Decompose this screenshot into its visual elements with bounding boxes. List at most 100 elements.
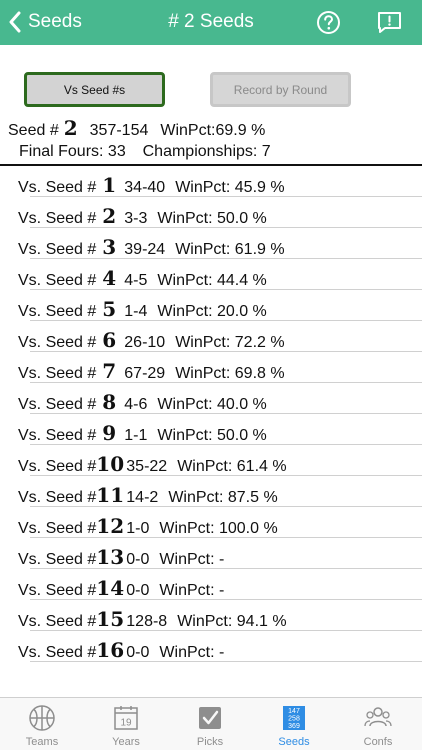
- row-winpct: WinPct: 61.4 %: [177, 458, 287, 475]
- tab-seeds[interactable]: 147 258 369 Seeds: [252, 698, 336, 750]
- list-item: Vs. Seed #12 1-0 WinPct: 100.0 %: [0, 507, 422, 538]
- group-icon: [364, 707, 392, 727]
- row-record: 0-0: [126, 551, 150, 568]
- list-item: Vs. Seed # 8 4-6 WinPct: 40.0 %: [0, 383, 422, 414]
- row-record: 1-0: [126, 520, 150, 537]
- row-seed-number: 9: [102, 421, 117, 445]
- row-seed-number: 16: [96, 638, 125, 662]
- seed-prefix: Seed #: [8, 122, 59, 139]
- row-prefix: Vs. Seed #: [18, 365, 97, 382]
- row-prefix: Vs. Seed #: [18, 179, 97, 196]
- tab-bar: Teams 19 Years Picks 147 258 369 Seeds C…: [0, 697, 422, 750]
- row-winpct: WinPct: 69.8 %: [175, 365, 285, 382]
- row-prefix: Vs. Seed #: [18, 458, 97, 475]
- list-item: Vs. Seed # 5 1-4 WinPct: 20.0 %: [0, 290, 422, 321]
- tab-teams[interactable]: Teams: [0, 698, 84, 750]
- calendar-day: 19: [120, 718, 132, 729]
- tab-teams-label: Teams: [25, 736, 59, 748]
- row-winpct: WinPct: -: [159, 582, 225, 599]
- list-item: Vs. Seed #14 0-0 WinPct: -: [0, 569, 422, 600]
- grid-row-1: 147: [288, 708, 300, 715]
- row-seed-number: 13: [96, 545, 125, 569]
- row-winpct: WinPct: 40.0 %: [157, 396, 267, 413]
- row-prefix: Vs. Seed #: [18, 613, 97, 630]
- seed-summary: Seed # 2 357-154 WinPct:69.9 %: [8, 116, 265, 140]
- row-seed-number: 12: [96, 514, 125, 538]
- list-item: Vs. Seed #11 14-2 WinPct: 87.5 %: [0, 476, 422, 507]
- seed-record: 357-154: [89, 122, 149, 139]
- row-winpct: WinPct: 20.0 %: [157, 303, 267, 320]
- row-seed-number: 7: [102, 359, 117, 383]
- row-winpct: WinPct: 87.5 %: [168, 489, 278, 506]
- row-winpct: WinPct: 45.9 %: [175, 179, 285, 196]
- help-icon[interactable]: [316, 10, 341, 35]
- tab-confs[interactable]: Confs: [336, 698, 420, 750]
- seed-winpct: WinPct:69.9 %: [160, 122, 266, 139]
- row-prefix: Vs. Seed #: [18, 272, 97, 289]
- row-winpct: WinPct: 72.2 %: [175, 334, 285, 351]
- list-item: Vs. Seed # 9 1-1 WinPct: 50.0 %: [0, 414, 422, 445]
- row-record: 35-22: [126, 458, 168, 475]
- row-prefix: Vs. Seed #: [18, 551, 97, 568]
- row-seed-number: 11: [96, 483, 125, 507]
- list-item: Vs. Seed # 3 39-24 WinPct: 61.9 %: [0, 228, 422, 259]
- row-winpct: WinPct: 44.4 %: [157, 272, 267, 289]
- row-prefix: Vs. Seed #: [18, 644, 97, 661]
- vs-seed-button[interactable]: Vs Seed #s: [24, 72, 165, 107]
- row-record: 1-4: [124, 303, 148, 320]
- list-item: Vs. Seed # 7 67-29 WinPct: 69.8 %: [0, 352, 422, 383]
- row-winpct: WinPct: 94.1 %: [177, 613, 287, 630]
- row-winpct: WinPct: 61.9 %: [175, 241, 285, 258]
- row-record: 34-40: [124, 179, 166, 196]
- row-winpct: WinPct: 50.0 %: [157, 427, 267, 444]
- championships: Championships: 7: [142, 143, 271, 160]
- row-prefix: Vs. Seed #: [18, 303, 97, 320]
- row-prefix: Vs. Seed #: [18, 520, 97, 537]
- row-seed-number: 4: [102, 266, 117, 290]
- list-item: Vs. Seed #15 128-8 WinPct: 94.1 %: [0, 600, 422, 631]
- list-item: Vs. Seed # 1 34-40 WinPct: 45.9 %: [0, 166, 422, 197]
- row-record: 67-29: [124, 365, 166, 382]
- row-seed-number: 1: [102, 173, 117, 197]
- row-seed-number: 6: [102, 328, 117, 352]
- seed-number: 2: [63, 116, 78, 140]
- row-seed-number: 15: [96, 607, 125, 631]
- row-winpct: WinPct: 100.0 %: [159, 520, 278, 537]
- message-icon[interactable]: [377, 11, 402, 34]
- row-seed-number: 3: [102, 235, 117, 259]
- tab-picks[interactable]: Picks: [168, 698, 252, 750]
- row-record: 4-6: [124, 396, 148, 413]
- number-grid-icon: 147 258 369: [283, 706, 305, 730]
- row-winpct: WinPct: 50.0 %: [157, 210, 267, 227]
- row-seed-number: 8: [102, 390, 117, 414]
- row-record: 26-10: [124, 334, 166, 351]
- grid-row-2: 258: [288, 716, 300, 723]
- row-record: 39-24: [124, 241, 166, 258]
- row-winpct: WinPct: -: [159, 551, 225, 568]
- row-seed-number: 2: [102, 204, 117, 228]
- record-by-round-button[interactable]: Record by Round: [210, 72, 351, 107]
- calendar-icon: 19: [114, 706, 138, 730]
- row-record: 1-1: [124, 427, 148, 444]
- row-prefix: Vs. Seed #: [18, 210, 97, 227]
- seed-achievements: Final Fours: 33 Championships: 7: [19, 143, 271, 161]
- row-record: 4-5: [124, 272, 148, 289]
- row-prefix: Vs. Seed #: [18, 582, 97, 599]
- row-record: 14-2: [126, 489, 159, 506]
- list-item: Vs. Seed #16 0-0 WinPct: -: [0, 631, 422, 662]
- row-seed-number: 10: [96, 452, 125, 476]
- row-seed-number: 5: [102, 297, 117, 321]
- list-item: Vs. Seed # 4 4-5 WinPct: 44.4 %: [0, 259, 422, 290]
- nav-bar: Seeds # 2 Seeds: [0, 0, 422, 45]
- row-seed-number: 14: [96, 576, 125, 600]
- page-title: # 2 Seeds: [168, 11, 254, 32]
- list-item: Vs. Seed # 6 26-10 WinPct: 72.2 %: [0, 321, 422, 352]
- row-prefix: Vs. Seed #: [18, 334, 97, 351]
- tab-confs-label: Confs: [363, 736, 393, 748]
- grid-row-3: 369: [288, 723, 300, 730]
- tab-years-label: Years: [112, 736, 140, 748]
- tab-seeds-label: Seeds: [278, 736, 310, 748]
- row-prefix: Vs. Seed #: [18, 427, 97, 444]
- tab-years[interactable]: 19 Years: [84, 698, 168, 750]
- row-prefix: Vs. Seed #: [18, 241, 97, 258]
